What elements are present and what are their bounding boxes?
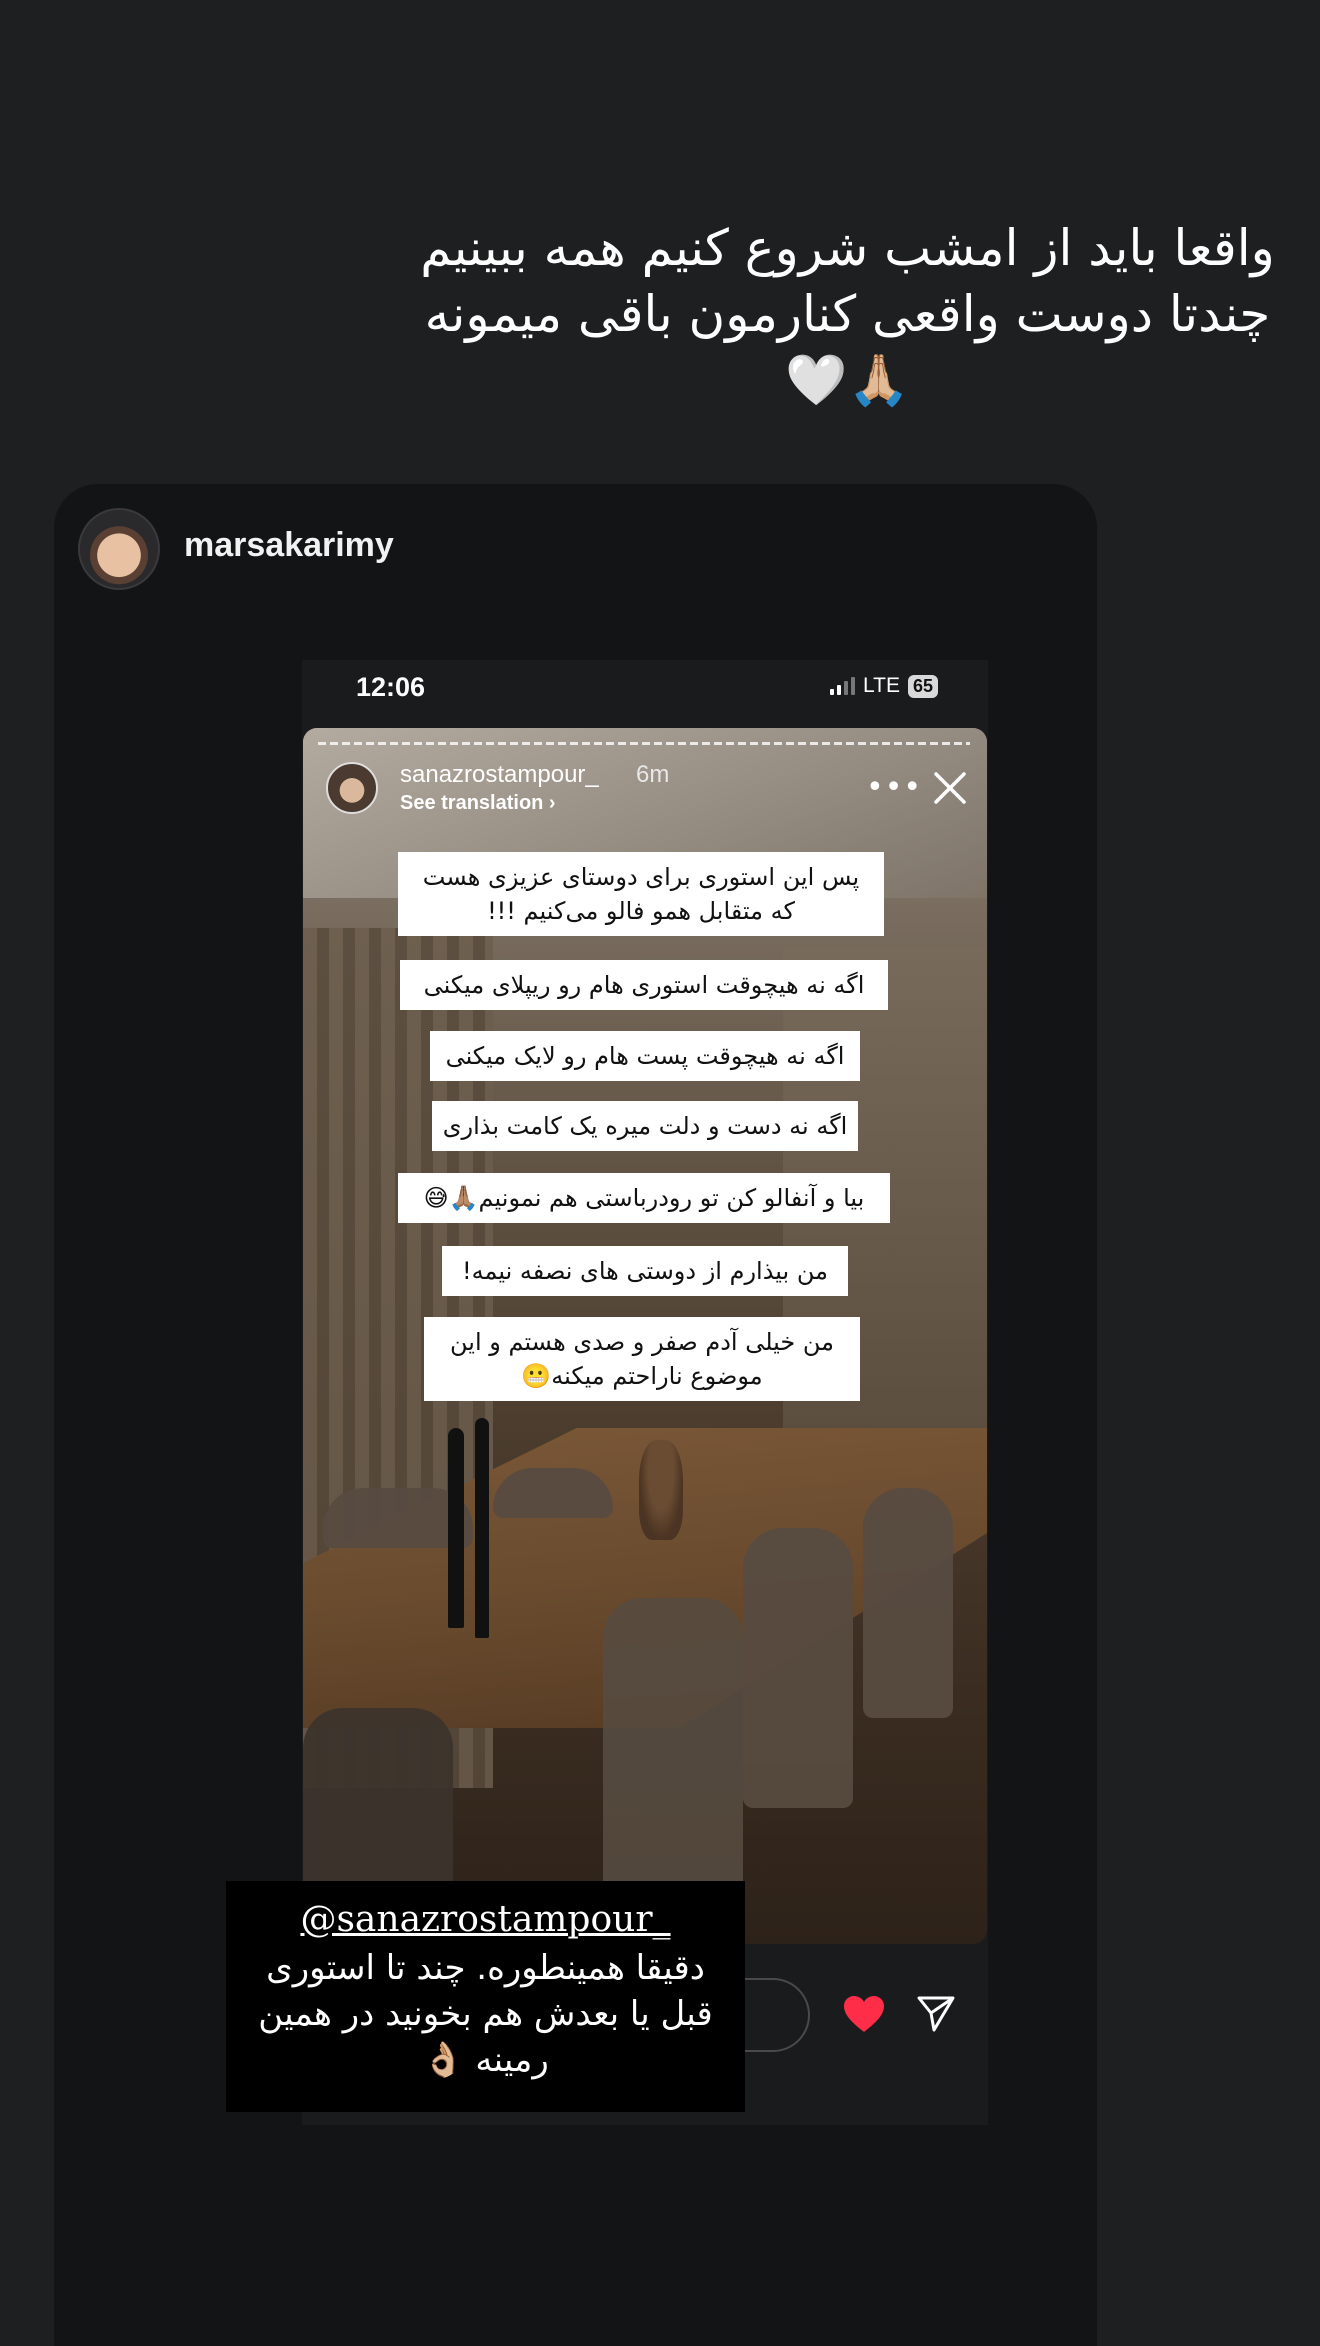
mention-text: دقیقا همینطوره. چند تا استوری قبل یا بعد…	[258, 1948, 713, 2080]
story-age: 6m	[636, 761, 670, 788]
status-bar-right: LTE 65	[830, 674, 938, 698]
candle	[448, 1428, 464, 1628]
network-label: LTE	[863, 674, 900, 697]
signal-icon	[830, 677, 855, 695]
text-sticker: اگه نه هیچوقت استوری هام رو ریپلای میکنی	[400, 960, 888, 1010]
story-progress-bar	[318, 742, 970, 745]
chair	[863, 1488, 953, 1718]
story-avatar[interactable]	[326, 762, 378, 814]
candle	[475, 1418, 489, 1638]
mention-handle[interactable]: @sanazrostampour_	[242, 1899, 729, 1941]
text-sticker: اگه نه هیچوقت پست هام رو لایک میکنی	[430, 1031, 860, 1081]
see-translation-link[interactable]: See translation ›	[400, 792, 556, 815]
text-sticker: من بیذارم از دوستی های نصفه نیمه!	[442, 1246, 848, 1296]
heart-icon[interactable]	[842, 1994, 886, 2034]
text-sticker: من خیلی آدم صفر و صدی هستم و این موضوع ن…	[424, 1317, 860, 1401]
text-sticker: بیا و آنفالو کن تو رودرباستی هم نمونیم🙏🏽…	[398, 1173, 890, 1223]
chair	[493, 1468, 613, 1518]
avatar[interactable]	[78, 508, 160, 590]
mention-sticker: @sanazrostampour_ دقیقا همینطوره. چند تا…	[226, 1881, 745, 2112]
text-sticker: پس این استوری برای دوستای عزیزی هست که م…	[398, 852, 884, 936]
story-caption: واقعا باید از امشب شروع کنیم همه ببینیم …	[420, 219, 1275, 409]
chair	[743, 1528, 853, 1808]
vase	[639, 1440, 683, 1540]
chair	[603, 1598, 743, 1898]
story-username[interactable]: sanazrostampour_	[400, 761, 599, 789]
close-icon[interactable]	[930, 768, 970, 808]
three-dots-icon[interactable]: •••	[866, 770, 922, 805]
battery-icon: 65	[907, 674, 938, 698]
send-icon[interactable]	[916, 1994, 956, 2034]
text-sticker: اگه نه دست و دلت میره یک کامت بذاری	[432, 1101, 858, 1151]
shared-post-username[interactable]: marsakarimy	[184, 526, 394, 565]
status-bar-time: 12:06	[356, 672, 426, 702]
